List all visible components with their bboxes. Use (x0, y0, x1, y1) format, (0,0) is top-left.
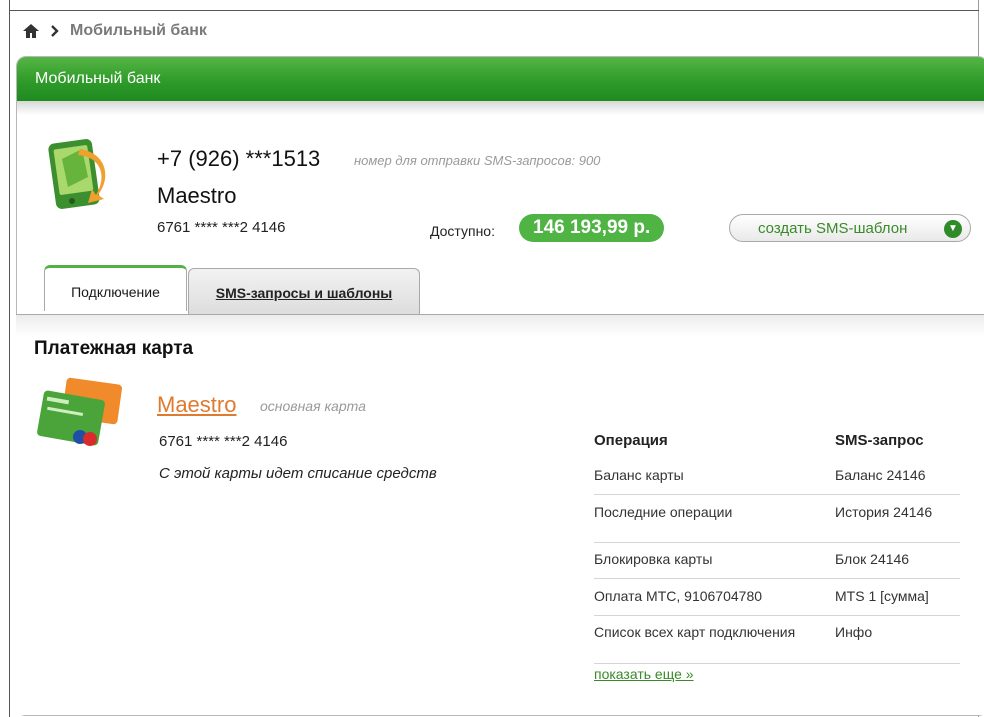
table-row: Блокировка карты Блок 24146 (594, 550, 960, 579)
table-header-operation: Операция (594, 432, 668, 449)
payment-card-note: С этой карты идет списание средств (159, 465, 437, 482)
table-cell-operation: Список всех карт подключения (594, 624, 796, 640)
table-header-sms: SMS-запрос (835, 432, 924, 449)
window-border-top (9, 10, 979, 11)
header-divider (17, 101, 984, 115)
tab-connection[interactable]: Подключение (44, 265, 187, 311)
payment-card-link[interactable]: Maestro (157, 392, 236, 418)
table-cell-sms: Баланс 24146 (835, 467, 926, 483)
available-label: Доступно: (430, 223, 495, 239)
home-icon[interactable] (22, 23, 40, 39)
window-border-left (9, 0, 10, 717)
table-cell-sms: История 24146 (835, 504, 933, 520)
table-cell-operation: Последние операции (594, 504, 733, 520)
breadcrumb: Мобильный банк (22, 18, 207, 44)
breadcrumb-current[interactable]: Мобильный банк (70, 22, 207, 40)
payment-card-number: 6761 **** ***2 4146 (159, 433, 288, 450)
mobile-phone-icon (48, 137, 120, 218)
table-row: Баланс карты Баланс 24146 (594, 466, 960, 495)
table-cell-sms: Блок 24146 (835, 551, 910, 567)
panel-title: Мобильный банк (35, 70, 161, 87)
account-card-name: Maestro (157, 183, 237, 208)
panel-header: Мобильный банк (17, 57, 984, 101)
chevron-down-icon: ▼ (944, 220, 962, 238)
bank-card-icon (36, 377, 126, 464)
payment-card-type: основная карта (260, 398, 366, 414)
available-balance-badge: 146 193,99 р. (519, 214, 665, 242)
table-cell-sms: MTS 1 [сумма] (835, 588, 929, 604)
phone-number: +7 (926) ***1513 (157, 146, 321, 171)
table-cell-sms: Инфо (835, 624, 873, 640)
create-sms-template-button[interactable]: создать SMS-шаблон ▼ (729, 214, 971, 242)
table-row: Список всех карт подключения Инфо (594, 623, 960, 664)
create-sms-template-label: создать SMS-шаблон (758, 220, 908, 237)
account-card-number: 6761 **** ***2 4146 (157, 219, 286, 236)
table-cell-operation: Баланс карты (594, 467, 684, 483)
tab-sms-requests[interactable]: SMS-запросы и шаблоны (188, 268, 420, 316)
table-row: Последние операции История 24146 (594, 503, 960, 543)
tab-sms-requests-label: SMS-запросы и шаблоны (215, 285, 393, 301)
sms-number-hint: номер для отправки SMS-запросов: 900 (354, 153, 601, 168)
chevron-right-icon (50, 24, 60, 38)
show-more-link[interactable]: показать еще » (594, 666, 694, 682)
table-cell-operation: Блокировка карты (594, 551, 713, 567)
table-row: Оплата МТС, 9106704780 MTS 1 [сумма] (594, 587, 960, 616)
tab-connection-label: Подключение (71, 284, 160, 300)
payment-card-section-title: Платежная карта (34, 338, 194, 359)
table-cell-operation: Оплата МТС, 9106704780 (594, 588, 763, 604)
